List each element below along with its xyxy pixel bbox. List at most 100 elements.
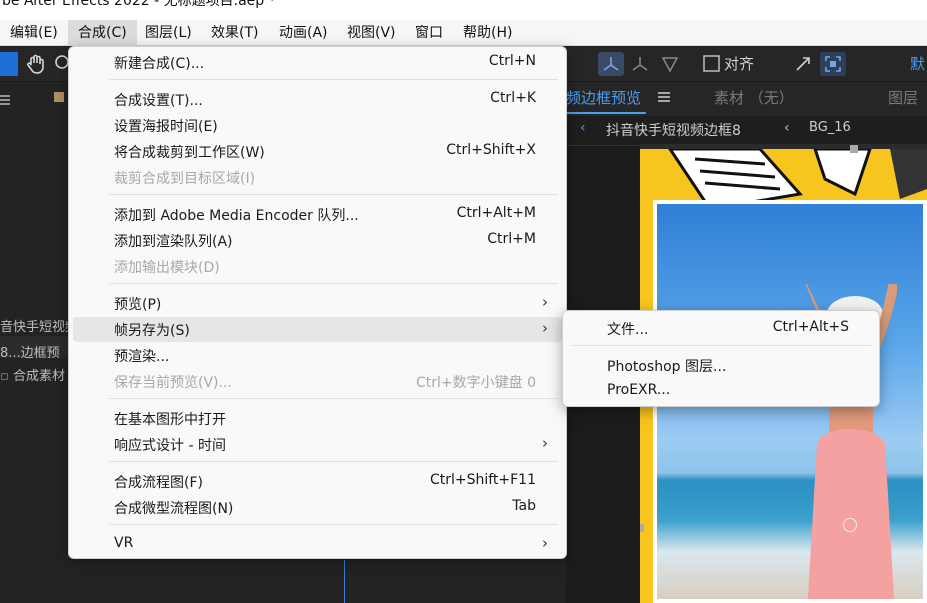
viewer-tab-bar: 频边框预览 素材 （无） 图层 [566,82,927,116]
menu-item-label: 添加到 Adobe Media Encoder 队列... [114,208,359,224]
menu-item-composition-flowchart[interactable]: 合成流程图(F) Ctrl+Shift+F11 [73,469,562,494]
submenu-arrow-icon: › [542,434,548,452]
menu-item-shortcut: Ctrl+数字小键盘 0 [416,375,536,391]
menu-item-crop-to-region[interactable]: 裁剪合成到目标区域(I) [73,165,562,190]
tab-active-indicator [566,112,646,114]
submenu-arrow-icon: › [542,534,548,552]
workspace-default-label[interactable]: 默 [910,53,925,77]
menu-divider [109,524,558,525]
menu-item-shortcut: Tab [512,498,536,514]
menu-item-shortcut: Ctrl+M [487,231,536,247]
menu-divider [109,283,558,284]
menu-item-shortcut: Ctrl+Shift+X [446,142,536,158]
menu-item-label: 添加到渲染队列(A) [114,234,233,250]
menu-item-label: 合成流程图(F) [114,475,203,491]
menu-item-shortcut: Ctrl+N [488,53,536,69]
menu-item-label: Photoshop 图层... [607,359,727,375]
menu-item-set-poster-time[interactable]: 设置海报时间(E) [73,113,562,138]
menu-item-label: 合成微型流程图(N) [114,501,234,517]
menu-divider [109,194,558,195]
menu-divider [571,345,871,346]
tab-menu-icon[interactable] [658,89,670,107]
submenu-arrow-icon: › [542,319,548,337]
breadcrumb-back-icon[interactable]: ‹ [580,120,586,136]
transform-handle[interactable] [850,145,858,153]
menu-view[interactable]: 视图(V) [347,20,396,46]
breadcrumb-layer[interactable]: BG_16 [809,120,851,135]
snap-checkbox-icon[interactable] [702,52,722,76]
breadcrumb-comp[interactable]: 抖音快手短视频边框8 [606,120,741,140]
menu-item-label: 添加输出模块(D) [114,260,220,276]
menu-item-vr[interactable]: VR › [73,532,562,557]
color-label-icon [54,92,64,102]
menu-item-save-current-preview[interactable]: 保存当前预览(V)... Ctrl+数字小键盘 0 [73,369,562,394]
menu-item-label: 在基本图形中打开 [114,412,226,428]
transform-handle[interactable] [640,524,644,532]
list-item[interactable]: ▫ 合成素材 [0,365,65,384]
menu-edit[interactable]: 编辑(E) [10,20,58,46]
local-axis-icon[interactable] [598,52,624,76]
time-indicator-line [344,560,345,603]
menu-item-add-to-render-queue[interactable]: 添加到渲染队列(A) Ctrl+M [73,228,562,253]
menu-item-label: VR [114,535,134,551]
menu-item-trim-to-work-area[interactable]: 将合成裁剪到工作区(W) Ctrl+Shift+X [73,139,562,164]
menu-animation[interactable]: 动画(A) [279,20,328,46]
submenu-item-photoshop-layers[interactable]: Photoshop 图层... [567,353,875,378]
submenu-arrow-icon: › [542,293,548,311]
breadcrumb: ‹ 抖音快手短视频边框8 ‹ BG_16 [566,116,927,144]
snap-label[interactable]: 对齐 [724,53,754,77]
menu-item-preview[interactable]: 预览(P) › [73,291,562,316]
menu-item-add-to-media-encoder[interactable]: 添加到 Adobe Media Encoder 队列... Ctrl+Alt+M [73,202,562,227]
menu-layer[interactable]: 图层(L) [145,20,192,46]
menu-composition[interactable]: 合成(C) [68,20,137,46]
selection-tool-icon[interactable] [0,52,18,76]
menu-divider [109,398,558,399]
menu-item-open-in-essential-graphics[interactable]: 在基本图形中打开 [73,406,562,431]
snap-direction-icon[interactable] [793,52,815,76]
menu-item-mini-flowchart[interactable]: 合成微型流程图(N) Tab [73,495,562,520]
menu-item-save-frame-as[interactable]: 帧另存为(S) › [73,317,562,342]
list-item-label: 合成素材 [12,369,65,384]
menu-item-label: 裁剪合成到目标区域(I) [114,171,256,187]
hand-tool-icon[interactable] [24,52,48,76]
menu-item-label: 预览(P) [114,297,162,313]
project-panel: 音快手短视频 8...边框预 ▫ 合成素材 [0,82,78,603]
composition-menu: 新建合成(C)... Ctrl+N 合成设置(T)... Ctrl+K 设置海报… [68,46,567,559]
submenu-item-file[interactable]: 文件... Ctrl+Alt+S [567,316,875,341]
menu-item-label: 合成设置(T)... [114,93,203,109]
menu-divider [109,79,558,80]
breadcrumb-separator-icon: ‹ [784,120,790,136]
list-item[interactable]: 8...边框预 [0,342,60,361]
menu-item-new-composition[interactable]: 新建合成(C)... Ctrl+N [73,50,562,75]
view-axis-icon[interactable] [658,52,682,76]
folder-icon: ▫ [0,369,9,384]
menu-help[interactable]: 帮助(H) [463,20,512,46]
window-title-bar: be After Effects 2022 - 无标题项目.aep * [0,0,927,20]
menu-item-pre-render[interactable]: 预渲染... [73,343,562,368]
menu-item-label: 文件... [607,322,649,338]
panel-menu-icon[interactable] [0,92,14,106]
list-item[interactable]: 音快手短视频 [0,316,78,335]
menu-window[interactable]: 窗口 [415,20,443,46]
menu-item-composition-settings[interactable]: 合成设置(T)... Ctrl+K [73,87,562,112]
menu-effect[interactable]: 效果(T) [211,20,258,46]
world-axis-icon[interactable] [628,52,652,76]
menu-item-shortcut: Ctrl+Alt+M [456,205,536,221]
submenu-item-proexr[interactable]: ProEXR... [567,379,875,404]
tab-composition[interactable]: 频边框预览 [566,87,641,108]
snap-feature-icon[interactable] [820,52,846,76]
menu-item-add-output-module[interactable]: 添加输出模块(D) [73,254,562,279]
menu-item-shortcut: Ctrl+Shift+F11 [429,472,536,488]
tab-footage[interactable]: 素材 （无） [714,87,794,108]
menu-divider [109,461,558,462]
menu-item-label: 新建合成(C)... [114,56,205,72]
save-frame-as-submenu: 文件... Ctrl+Alt+S Photoshop 图层... ProEXR.… [562,310,880,407]
anchor-point-icon[interactable] [843,518,857,532]
tab-layer[interactable]: 图层 [888,87,918,108]
menu-item-label: 响应式设计 - 时间 [114,438,226,454]
window-title: be After Effects 2022 - 无标题项目.aep * [2,0,276,9]
menu-item-label: 保存当前预览(V)... [114,375,232,391]
menu-item-label: ProEXR... [607,382,671,398]
menu-item-responsive-design-time[interactable]: 响应式设计 - 时间 › [73,432,562,457]
menu-item-label: 预渲染... [114,349,170,365]
